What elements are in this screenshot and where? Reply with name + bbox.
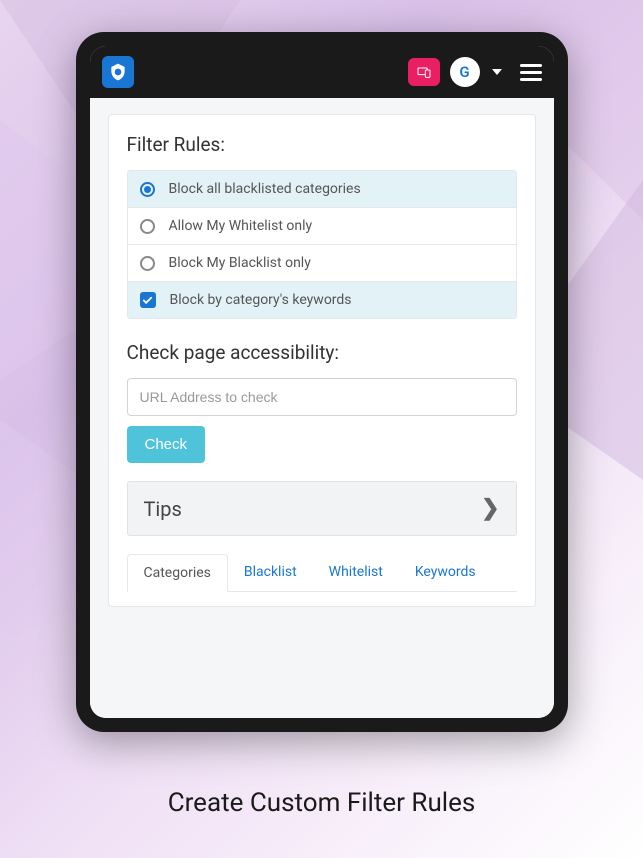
top-bar: G (90, 46, 554, 98)
option-label: Block My Blacklist only (169, 255, 311, 271)
radio-icon[interactable] (140, 219, 155, 234)
chevron-down-icon[interactable] (492, 69, 502, 75)
option-allow-whitelist[interactable]: Allow My Whitelist only (128, 208, 516, 245)
chevron-right-icon: ❯ (481, 496, 499, 521)
filter-rules-title: Filter Rules: (127, 133, 517, 156)
option-label: Block all blacklisted categories (169, 181, 361, 197)
option-label: Block by category's keywords (170, 292, 352, 308)
devices-icon[interactable] (408, 58, 440, 86)
option-block-blacklisted[interactable]: Block all blacklisted categories (128, 171, 516, 208)
check-button[interactable]: Check (127, 426, 206, 463)
url-input[interactable] (127, 378, 517, 416)
option-label: Allow My Whitelist only (169, 218, 313, 234)
page-caption: Create Custom Filter Rules (0, 788, 643, 818)
app-logo-icon[interactable] (102, 56, 134, 88)
tablet-frame: G Filter Rules: Block all blacklisted ca… (76, 32, 568, 732)
tab-keywords[interactable]: Keywords (399, 554, 492, 591)
radio-icon[interactable] (140, 256, 155, 271)
tab-bar: Categories Blacklist Whitelist Keywords (127, 554, 517, 592)
tab-blacklist[interactable]: Blacklist (228, 554, 313, 591)
tab-categories[interactable]: Categories (127, 554, 228, 592)
settings-card: Filter Rules: Block all blacklisted cate… (108, 114, 536, 607)
screen: G Filter Rules: Block all blacklisted ca… (90, 46, 554, 718)
menu-icon[interactable] (520, 64, 542, 81)
user-avatar[interactable]: G (450, 57, 480, 87)
checkbox-icon[interactable] (140, 292, 156, 308)
option-block-keywords[interactable]: Block by category's keywords (128, 282, 516, 318)
main-content: Filter Rules: Block all blacklisted cate… (90, 98, 554, 718)
tab-whitelist[interactable]: Whitelist (313, 554, 399, 591)
accessibility-title: Check page accessibility: (127, 341, 517, 364)
tips-row[interactable]: Tips ❯ (127, 481, 517, 536)
filter-options-list: Block all blacklisted categories Allow M… (127, 170, 517, 319)
tips-label: Tips (144, 497, 182, 521)
option-block-my-blacklist[interactable]: Block My Blacklist only (128, 245, 516, 282)
radio-icon[interactable] (140, 182, 155, 197)
